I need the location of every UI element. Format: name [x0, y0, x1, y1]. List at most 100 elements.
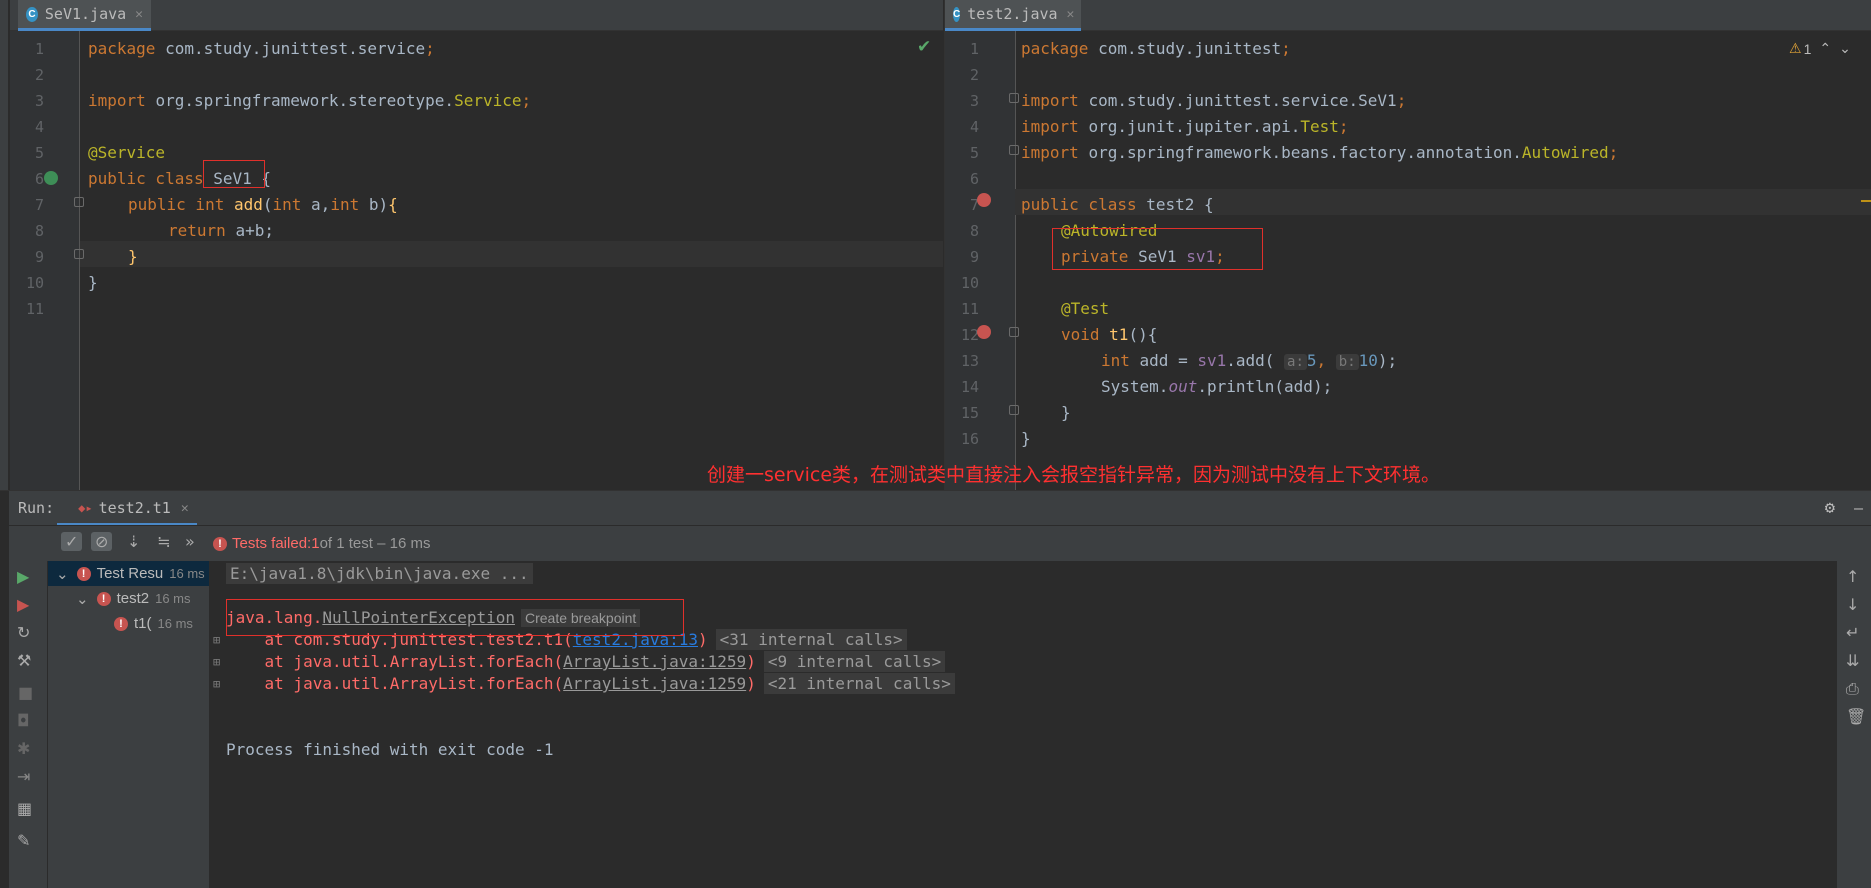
test-run-icon: ◆▸	[78, 501, 93, 515]
code-token: package	[1021, 39, 1099, 58]
code-token: }	[1021, 429, 1031, 448]
test-tree-node[interactable]: ! t1(16 ms	[48, 611, 209, 636]
check-icon: ✔	[917, 37, 932, 57]
sort-alpha-icon[interactable]: ⇣	[127, 532, 140, 551]
layout-icon[interactable]: ▦	[17, 799, 32, 818]
code-line: 11	[10, 296, 943, 322]
internal-calls-fold[interactable]: <21 internal calls>	[763, 673, 955, 694]
class-icon: C	[953, 6, 961, 22]
internal-calls-fold[interactable]: <31 internal calls>	[715, 629, 907, 650]
code-token: {	[388, 195, 398, 214]
code-line: 4 import org.junit.jupiter.api.Test;	[945, 114, 1871, 140]
run-side-toolbar: ▶ ▶ ↻ ⚒ ■ ◘ ✱ ⇥ ▦ ✎	[9, 561, 47, 888]
code-line: 14 System.out.println(add);	[945, 374, 1871, 400]
run-tab-label[interactable]: test2.t1	[99, 499, 171, 517]
show-ignored-icon[interactable]: ⊘	[91, 532, 113, 551]
code-token: import	[88, 91, 156, 110]
stop-icon[interactable]: ■	[18, 683, 33, 702]
highlight-box-exception	[226, 599, 684, 636]
print-icon[interactable]: ⎙	[1846, 679, 1859, 699]
tab-label: SeV1.java	[44, 5, 127, 23]
tab-sev1-java[interactable]: C SeV1.java ✕	[18, 0, 151, 31]
sort-duration-icon[interactable]: ≒	[157, 532, 170, 551]
chevron-down-icon[interactable]: ⌄	[1839, 40, 1851, 57]
close-icon[interactable]: ✕	[135, 7, 143, 22]
warning-icon[interactable]: ⚠	[1789, 40, 1802, 57]
code-token: import	[1021, 91, 1089, 110]
gear-icon[interactable]: ⚙	[1825, 498, 1835, 518]
expand-icon[interactable]: ⊞	[213, 671, 220, 697]
line-number: 7	[34, 196, 44, 214]
fold-marker-icon[interactable]	[1009, 327, 1019, 337]
line-number: 2	[969, 66, 979, 84]
test-node-time: 16 ms	[155, 591, 191, 606]
stack-frame: at java.util.ArrayList.forEach(	[226, 674, 564, 693]
trash-icon[interactable]: 🗑	[1846, 707, 1866, 726]
stack-frame-close: )	[698, 630, 708, 649]
code-text: public class test2 {	[1021, 192, 1214, 218]
code-token: a,	[311, 195, 331, 214]
soft-wrap-icon[interactable]: ↵	[1846, 623, 1859, 642]
test-tree-node[interactable]: ⌄! test2 16 ms	[48, 586, 209, 611]
close-icon[interactable]: ✕	[181, 501, 189, 516]
toggle-auto-test-icon[interactable]: ↻	[17, 623, 30, 642]
rerun-icon[interactable]: ▶	[17, 567, 29, 586]
code-token: int	[1101, 351, 1140, 370]
error-stripe-mark[interactable]	[1861, 200, 1871, 202]
run-test-class-icon[interactable]	[977, 193, 991, 207]
code-line: 11 @Test	[945, 296, 1871, 322]
stack-frame-link[interactable]: ArrayList.java:1259	[563, 652, 746, 671]
code-token: com.study.junittest.service.SeV1	[1088, 91, 1397, 110]
line-number: 8	[969, 222, 979, 240]
internal-calls-fold[interactable]: <9 internal calls>	[763, 651, 946, 672]
code-line: 2	[10, 62, 943, 88]
pin-icon[interactable]: ✎	[17, 831, 30, 850]
run-header: Run: ◆▸ test2.t1 ✕ ⚙ —	[9, 491, 1871, 526]
spring-bean-icon[interactable]	[44, 171, 58, 185]
arrow-up-icon[interactable]: ↑	[1846, 567, 1859, 586]
fold-marker-icon[interactable]	[1009, 93, 1019, 103]
tab-test2-java[interactable]: C test2.java ✕	[945, 0, 1081, 31]
tests-failed-suffix: of 1 test – 16 ms	[319, 535, 431, 552]
fold-marker-icon[interactable]	[74, 197, 84, 207]
minimize-icon[interactable]: —	[1854, 499, 1863, 517]
code-text: import org.springframework.stereotype.Se…	[88, 88, 531, 114]
settings-icon[interactable]: ✱	[17, 739, 30, 758]
code-text: return a+b;	[168, 218, 274, 244]
editor-tab-bar: C test2.java ✕	[945, 0, 1871, 31]
test-node-name: t1(	[134, 615, 152, 632]
run-tool-window: Run: ◆▸ test2.t1 ✕ ⚙ — ✓ ⊘ ⇣ ≒ » ! Tests…	[0, 490, 1871, 888]
warning-count: 1	[1803, 40, 1812, 57]
test-node-time: 16 ms	[169, 566, 205, 581]
arrow-down-icon[interactable]: ↓	[1846, 595, 1859, 614]
code-token: void	[1061, 325, 1110, 344]
code-text: void t1(){	[1061, 322, 1157, 348]
rerun-failed-icon[interactable]: ▶	[17, 595, 29, 614]
camera-icon[interactable]: ◘	[17, 711, 30, 730]
line-number: 11	[25, 300, 44, 318]
stack-frame-link[interactable]: ArrayList.java:1259	[563, 674, 746, 693]
more-icon[interactable]: »	[185, 532, 195, 551]
line-number: 10	[960, 274, 979, 292]
test-tree-node[interactable]: ⌄! Test Resu 16 ms	[48, 561, 209, 586]
code-token: import	[1021, 143, 1089, 162]
code-token: com.study.junittest	[1098, 39, 1282, 58]
line-number: 9	[969, 248, 979, 266]
fold-marker-icon[interactable]	[1009, 405, 1019, 415]
code-token: org.springframework.stereotype.	[155, 91, 455, 110]
code-text: }	[88, 270, 98, 296]
code-text: int add = sv1.add( a: 5, b: 10);	[1101, 348, 1397, 375]
show-passed-icon[interactable]: ✓	[61, 532, 83, 551]
wrench-icon[interactable]: ⚒	[17, 651, 31, 670]
scroll-to-end-icon[interactable]: ⇊	[1846, 651, 1859, 670]
close-icon[interactable]: ✕	[1067, 7, 1075, 22]
fold-marker-icon[interactable]	[1009, 145, 1019, 155]
run-test-method-icon[interactable]	[977, 325, 991, 339]
code-token: out	[1168, 377, 1198, 396]
exit-icon[interactable]: ⇥	[17, 767, 30, 786]
chevron-up-icon[interactable]: ⌃	[1819, 40, 1831, 57]
fold-marker-icon[interactable]	[74, 249, 84, 259]
code-token: {	[1194, 195, 1214, 214]
line-number: 16	[960, 430, 979, 448]
code-token: return	[168, 221, 236, 240]
